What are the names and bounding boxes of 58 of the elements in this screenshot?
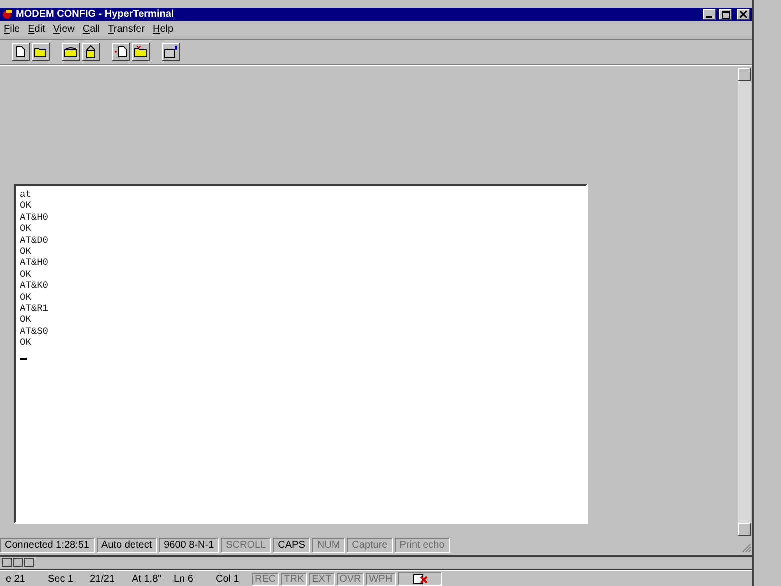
terminal-line: OK	[20, 314, 32, 326]
status-field: 21/21	[84, 574, 126, 584]
new-document-icon[interactable]	[12, 43, 30, 61]
status-field: Col 1	[210, 574, 252, 584]
properties-icon[interactable]	[162, 43, 180, 61]
terminal-line: AT&R1	[20, 303, 50, 314]
status-field: At 1.8"	[126, 574, 168, 584]
mode-indicator: EXT	[309, 572, 335, 586]
status-field: 9600 8-N-1	[159, 538, 220, 553]
close-button[interactable]	[737, 9, 750, 20]
mode-indicator: OVR	[336, 572, 364, 586]
terminal-line: OK	[20, 200, 32, 212]
folder-icon[interactable]	[32, 43, 50, 61]
status-field: Auto detect	[96, 538, 158, 553]
status-field: CAPS	[273, 538, 310, 553]
terminal-line: OK	[20, 337, 32, 349]
menu-item[interactable]: Transfer	[108, 24, 145, 36]
outline-view-icon[interactable]	[13, 558, 23, 567]
terminal-line: OK	[20, 292, 32, 304]
maximize-button[interactable]	[719, 9, 732, 20]
menu-item[interactable]: View	[53, 24, 75, 36]
terminal-line: at	[20, 189, 32, 200]
terminal-screen[interactable]: at OK AT&H0 OK AT&D0 OK AT&H0 OK AT&K0 OK AT&R1 OK AT&S0 OK	[14, 184, 588, 524]
status-field: Sec 1	[42, 574, 84, 584]
terminal-line: AT&D0	[20, 234, 50, 246]
status-field: SCROLL	[221, 538, 272, 553]
menu-item[interactable]: Call	[82, 24, 100, 36]
receive-file-icon[interactable]	[132, 43, 150, 61]
status-field: NUM	[312, 538, 346, 553]
mode-indicator: TRK	[281, 572, 308, 586]
normal-view-icon[interactable]	[2, 558, 12, 567]
terminal-line: OK	[20, 268, 32, 280]
terminal-line: OK	[20, 246, 32, 258]
status-field: e 21	[0, 574, 42, 584]
terminal-line: AT&K0	[20, 280, 50, 292]
send-file-icon[interactable]	[112, 43, 130, 61]
terminal-line: AT&S0	[20, 326, 50, 338]
mode-indicator: WPH	[366, 572, 396, 586]
window-title: MODEM CONFIG - HyperTerminal	[16, 9, 176, 20]
menu-item[interactable]: Help	[153, 24, 174, 36]
status-field: Print echo	[394, 538, 450, 553]
mode-indicator: REC	[252, 572, 280, 586]
menu-item[interactable]: File	[4, 24, 20, 36]
book-icon	[412, 573, 428, 585]
minimize-button[interactable]	[703, 9, 716, 20]
menu-item[interactable]: Edit	[28, 24, 46, 36]
terminal-line: OK	[20, 223, 32, 235]
phone-icon[interactable]	[62, 43, 80, 61]
vertical-scrollbar[interactable]	[738, 68, 751, 536]
text-cursor	[20, 358, 27, 360]
status-field: Connected 1:28:51	[0, 538, 95, 553]
hang-up-phone-icon[interactable]	[82, 43, 100, 61]
status-field: Ln 6	[168, 574, 210, 584]
terminal-line: AT&H0	[20, 257, 50, 269]
status-field: Capture	[347, 538, 393, 553]
terminal-line: AT&H0	[20, 212, 50, 224]
phone-icon	[2, 9, 13, 20]
resize-grip-icon[interactable]	[740, 541, 752, 553]
